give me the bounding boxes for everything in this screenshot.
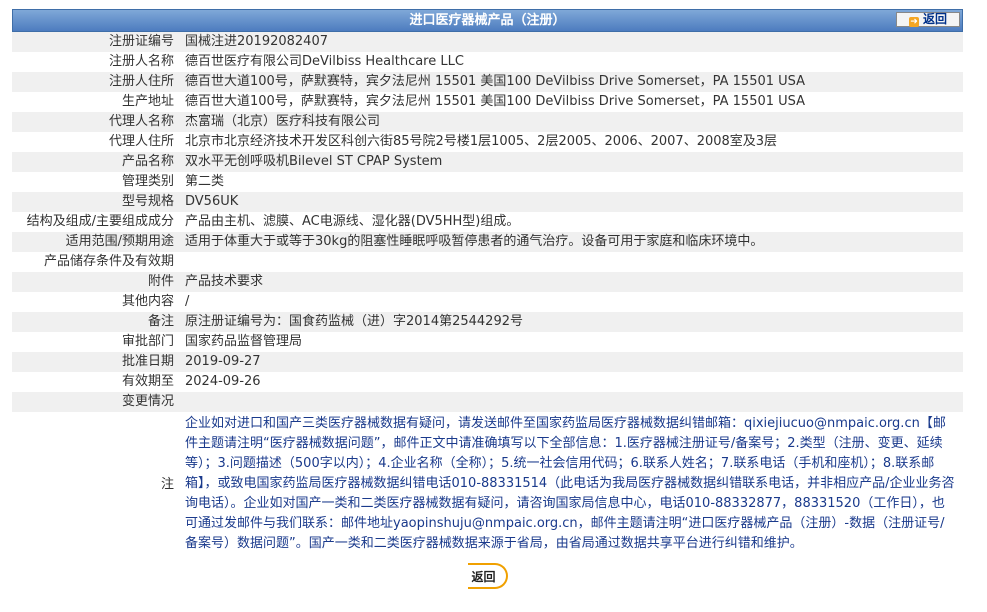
row-label: 注册人住所 [12,72,181,92]
back-button-label: 返回 [922,12,947,26]
row-label: 代理人住所 [12,132,181,152]
row-label: 产品名称 [12,152,181,172]
row-label: 附件 [12,272,181,292]
row-label: 有效期至 [12,372,181,392]
row-value: / [181,292,963,312]
table-row: 有效期至 2024-09-26 [12,372,963,392]
row-value: 北京市北京经济技术开发区科创六街85号院2号楼1层1005、2层2005、200… [181,132,963,152]
row-label: 批准日期 [12,352,181,372]
row-value: 产品由主机、滤膜、AC电源线、湿化器(DV5HH型)组成。 [181,212,963,232]
detail-panel: 进口医疗器械产品（注册） ➜ 返回 注册证编号 国械注进20192082407 注册人… [12,9,963,589]
row-label: 注册证编号 [12,32,181,52]
row-value: 杰富瑞（北京）医疗科技有限公司 [181,112,963,132]
row-value: 德百世大道100号，萨默赛特，宾夕法尼州 15501 美国100 DeVilbi… [181,92,963,112]
table-row: 型号规格 DV56UK [12,192,963,212]
row-label: 生产地址 [12,92,181,112]
row-label: 备注 [12,312,181,332]
footer: 返回 [12,563,963,589]
page-header: 进口医疗器械产品（注册） ➜ 返回 [12,9,963,32]
detail-table: 注册证编号 国械注进20192082407 注册人名称 德百世医疗有限公司DeVilb… [12,32,963,557]
table-row: 代理人名称 杰富瑞（北京）医疗科技有限公司 [12,112,963,132]
row-label: 代理人名称 [12,112,181,132]
row-label: 注册人名称 [12,52,181,72]
table-row: 变更情况 [12,392,963,412]
row-label: 变更情况 [12,392,181,412]
table-row: 代理人住所 北京市北京经济技术开发区科创六街85号院2号楼1层1005、2层200… [12,132,963,152]
row-label: 产品储存条件及有效期 [12,252,181,272]
table-row: 管理类别 第二类 [12,172,963,192]
row-value: 原注册证编号为：国食药监械（进）字2014第2544292号 [181,312,963,332]
table-row: 产品储存条件及有效期 [12,252,963,272]
table-row: 注册证编号 国械注进20192082407 [12,32,963,52]
table-row: 适用范围/预期用途 适用于体重大于或等于30kg的阻塞性睡眠呼吸暂停患者的通气治疗… [12,232,963,252]
row-value: 适用于体重大于或等于30kg的阻塞性睡眠呼吸暂停患者的通气治疗。设备可用于家庭和… [181,232,963,252]
table-row: 生产地址 德百世大道100号，萨默赛特，宾夕法尼州 15501 美国100 DeV… [12,92,963,112]
row-value: 德百世医疗有限公司DeVilbiss Healthcare LLC [181,52,963,72]
row-value: 2024-09-26 [181,372,963,392]
table-row: 备注 原注册证编号为：国食药监械（进）字2014第2544292号 [12,312,963,332]
table-row: 注册人名称 德百世医疗有限公司DeVilbiss Healthcare LLC [12,52,963,72]
row-value: 产品技术要求 [181,272,963,292]
row-label: 适用范围/预期用途 [12,232,181,252]
back-button-top[interactable]: ➜ 返回 [896,12,960,27]
row-value [181,392,963,412]
table-row: 批准日期 2019-09-27 [12,352,963,372]
row-value: 国家药品监督管理局 [181,332,963,352]
row-value: 第二类 [181,172,963,192]
row-label: 其他内容 [12,292,181,312]
back-button-bottom[interactable]: 返回 [467,563,508,589]
page-title: 进口医疗器械产品（注册） [409,13,566,28]
note-label: 注 [12,412,181,557]
row-label: 审批部门 [12,332,181,352]
row-value: 德百世大道100号，萨默赛特，宾夕法尼州 15501 美国100 DeVilbi… [181,72,963,92]
table-row: 结构及组成/主要组成成分 产品由主机、滤膜、AC电源线、湿化器(DV5HH型)组成… [12,212,963,232]
table-row: 产品名称 双水平无创呼吸机Bilevel ST CPAP System [12,152,963,172]
table-row: 审批部门 国家药品监督管理局 [12,332,963,352]
table-row: 注册人住所 德百世大道100号，萨默赛特，宾夕法尼州 15501 美国100 De… [12,72,963,92]
row-label: 结构及组成/主要组成成分 [12,212,181,232]
row-value: 2019-09-27 [181,352,963,372]
table-row-note: 注 企业如对进口和国产三类医疗器械数据有疑问，请发送邮件至国家药监局医疗器械数据… [12,412,963,557]
note-text: 企业如对进口和国产三类医疗器械数据有疑问，请发送邮件至国家药监局医疗器械数据纠错… [181,412,963,557]
arrow-right-icon: ➜ [908,17,919,27]
row-label: 型号规格 [12,192,181,212]
row-value [181,252,963,272]
row-value: 国械注进20192082407 [181,32,963,52]
row-label: 管理类别 [12,172,181,192]
table-row: 附件 产品技术要求 [12,272,963,292]
row-value: DV56UK [181,192,963,212]
table-row: 其他内容 / [12,292,963,312]
row-value: 双水平无创呼吸机Bilevel ST CPAP System [181,152,963,172]
